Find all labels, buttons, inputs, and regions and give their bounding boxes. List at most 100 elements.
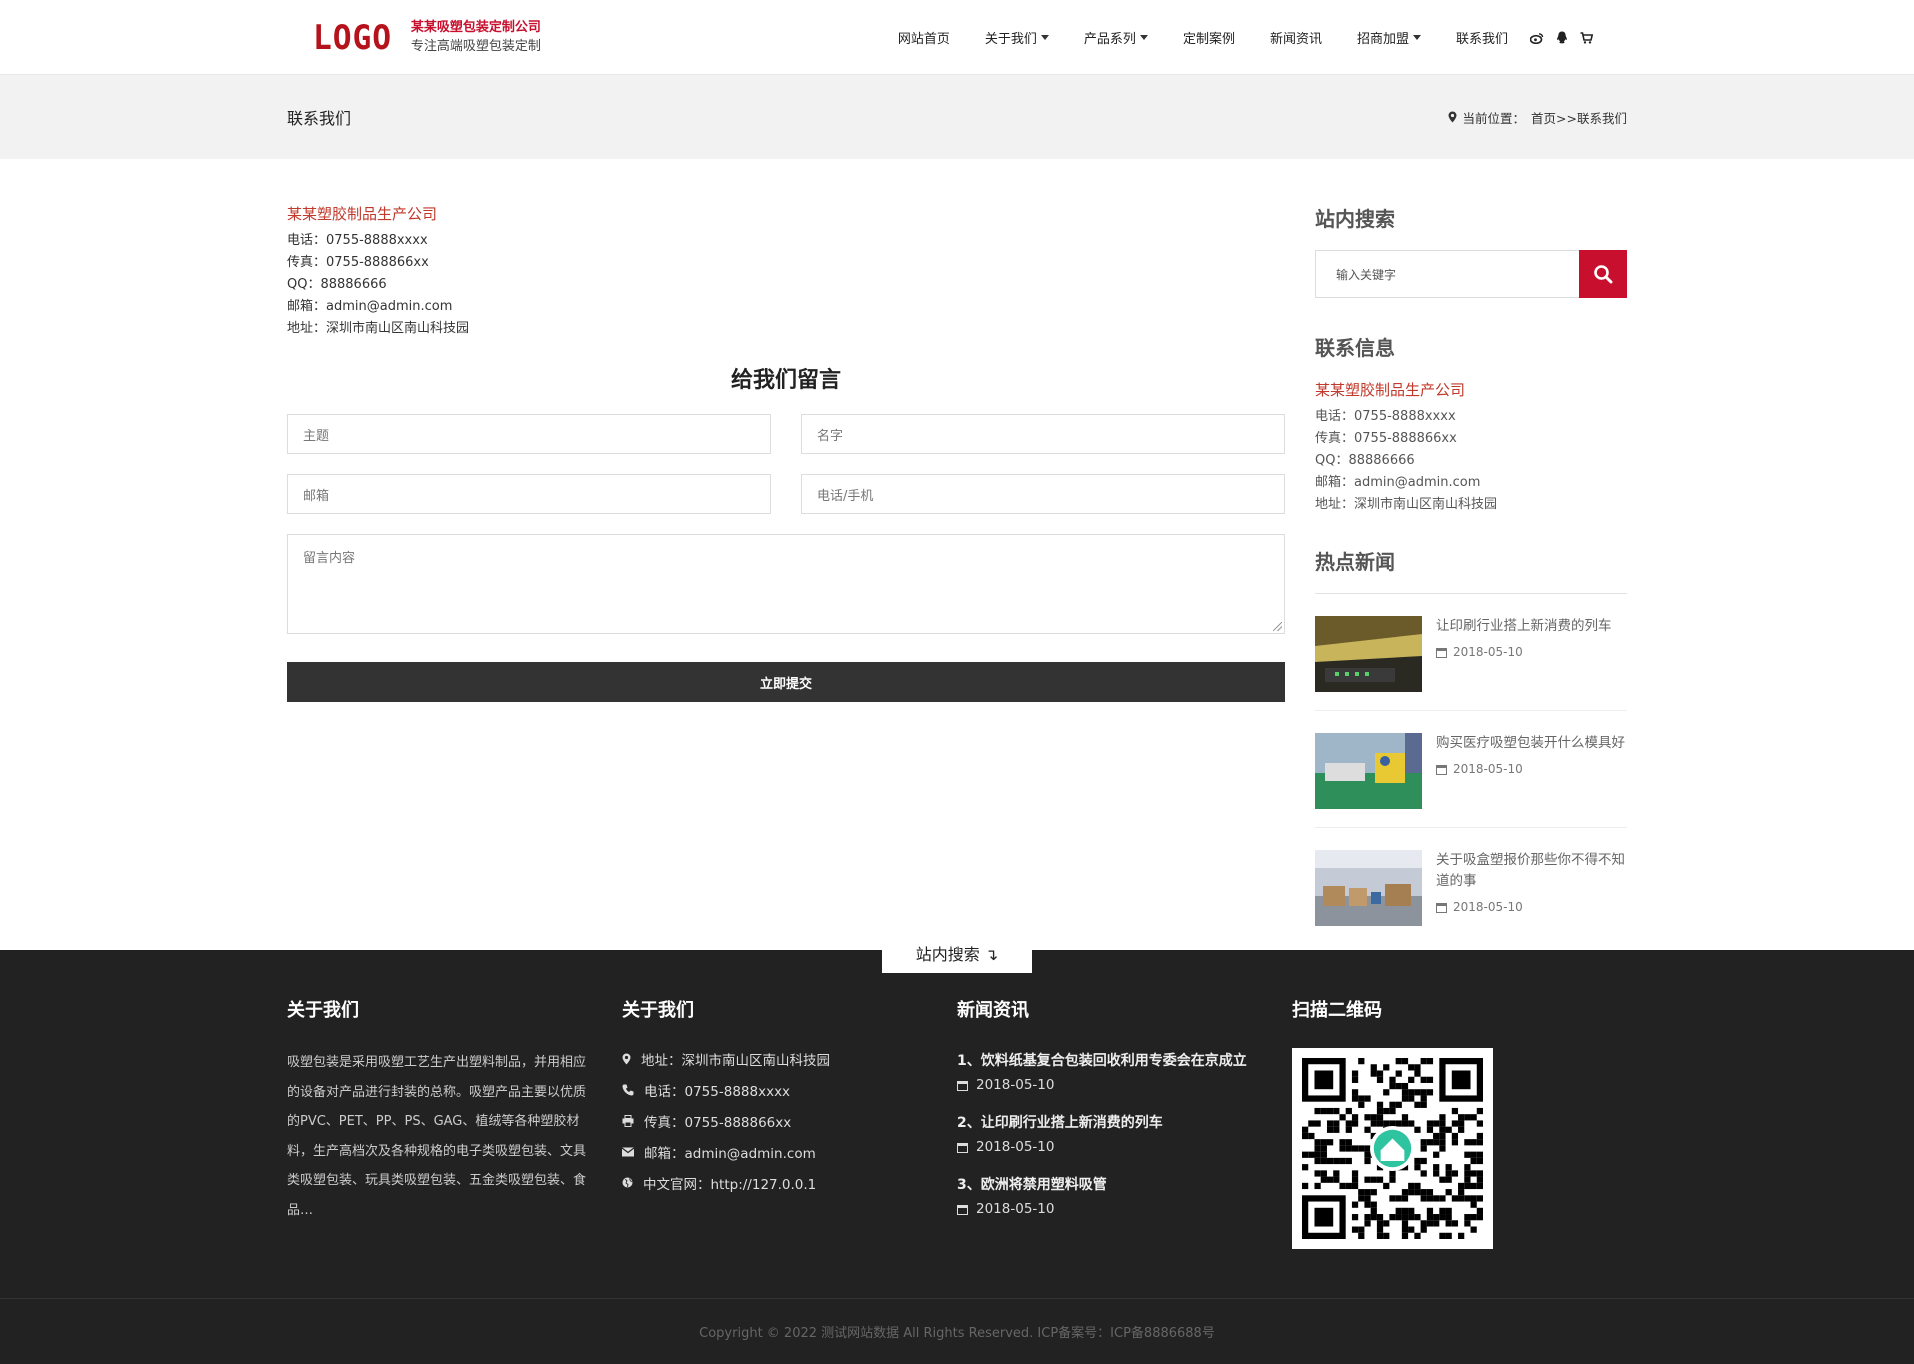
footer-news-date: 2018-05-10 — [976, 1139, 1055, 1155]
message-placeholder: 留言内容 — [303, 551, 356, 566]
footer-news-date: 2018-05-10 — [976, 1201, 1055, 1217]
hot-news-item[interactable]: 购买医疗吸塑包装开什么模具好 2018-05-10 — [1315, 711, 1627, 828]
footer-news-title-text[interactable]: 1、饮料纸基复合包装回收利用专委会在京成立 — [957, 1048, 1292, 1074]
footer-site: 中文官网：http://127.0.0.1 — [622, 1162, 957, 1203]
breadcrumb-label: 当前位置： — [1462, 110, 1526, 126]
footer-email-text: 邮箱：admin@admin.com — [644, 1145, 816, 1162]
footer-contact: 关于我们 地址：深圳市南山区南山科技园 电话：0755-8888xxxx 传真：… — [622, 996, 957, 1249]
sidebar-fax: 传真：0755-888866xx — [1315, 431, 1457, 446]
sidebar-phone: 电话：0755-8888xxxx — [1315, 409, 1456, 424]
news-title[interactable]: 购买医疗吸塑包装开什么模具好 — [1436, 733, 1625, 754]
printer-icon — [622, 1114, 634, 1127]
nav-about[interactable]: 关于我们 — [985, 28, 1049, 47]
hot-news-item[interactable]: 让印刷行业搭上新消费的列车 2018-05-10 — [1315, 594, 1627, 711]
nav-label: 关于我们 — [984, 32, 1037, 47]
nav-label: 招商加盟 — [1356, 32, 1409, 47]
footer-site-text[interactable]: 中文官网：http://127.0.0.1 — [643, 1173, 816, 1193]
map-marker-icon — [1448, 111, 1457, 123]
footer-qr-title: 扫描二维码 — [1292, 1000, 1382, 1021]
footer-about-text: 吸塑包装是采用吸塑工艺生产出塑料制品，并用相应的设备对产品进行封装的总称。吸塑产… — [287, 1055, 587, 1218]
submit-button[interactable]: 立即提交 — [287, 662, 1285, 702]
nav-home[interactable]: 网站首页 — [898, 28, 950, 47]
name-input[interactable]: 名字 — [801, 414, 1285, 454]
calendar-icon — [957, 1080, 968, 1091]
news-thumbnail[interactable] — [1315, 733, 1422, 809]
nav-news[interactable]: 新闻资讯 — [1270, 28, 1322, 47]
subject-input[interactable]: 主题 — [287, 414, 771, 454]
cart-icon[interactable] — [1580, 31, 1593, 44]
sidebar-qq: QQ：88886666 — [1315, 453, 1415, 468]
caret-down-icon — [1040, 35, 1049, 40]
phone-input[interactable]: 电话/手机 — [801, 474, 1285, 514]
breadcrumb-path[interactable]: 首页>>联系我们 — [1531, 108, 1627, 127]
message-textarea[interactable]: 留言内容 — [287, 534, 1285, 634]
nav-cases[interactable]: 定制案例 — [1183, 28, 1235, 47]
contact-phone: 电话：0755-8888xxxx — [287, 233, 428, 248]
news-date: 2018-05-10 — [1453, 900, 1523, 914]
news-title[interactable]: 让印刷行业搭上新消费的列车 — [1436, 616, 1612, 637]
caret-down-icon — [1139, 35, 1148, 40]
logo-mark: LOGO — [313, 17, 393, 58]
globe-icon — [622, 1177, 633, 1188]
nav-products[interactable]: 产品系列 — [1084, 28, 1148, 47]
footer-address-text: 地址：深圳市南山区南山科技园 — [641, 1052, 830, 1069]
sidebar-address: 地址：深圳市南山区南山科技园 — [1315, 497, 1498, 512]
footer-news-date: 2018-05-10 — [976, 1077, 1055, 1093]
nav-label: 产品系列 — [1083, 32, 1136, 47]
page-title: 联系我们 — [287, 109, 352, 128]
qq-icon[interactable] — [1556, 31, 1568, 44]
sidebar-email: 邮箱：admin@admin.com — [1315, 475, 1481, 490]
contact-address: 地址：深圳市南山区南山科技园 — [287, 321, 470, 336]
footer-contact-title: 关于我们 — [622, 1000, 694, 1021]
site-header: LOGO 某某吸塑包装定制公司 专注高端吸塑包装定制 网站首页 关于我们 产品系… — [0, 0, 1914, 75]
logo[interactable]: LOGO 某某吸塑包装定制公司 专注高端吸塑包装定制 — [313, 18, 541, 58]
footer-news-item[interactable]: 2、让印刷行业搭上新消费的列车 2018-05-10 — [957, 1110, 1292, 1158]
sidebar-company: 某某塑胶制品生产公司 — [1315, 381, 1466, 399]
contact-company: 某某塑胶制品生产公司 — [287, 205, 438, 223]
breadcrumb: 当前位置： 首页>>联系我们 — [1448, 108, 1627, 127]
site-footer: 站内搜索 ↴ 关于我们 吸塑包装是采用吸塑工艺生产出塑料制品，并用相应的设备对产… — [0, 933, 1914, 1364]
form-title: 给我们留言 — [730, 368, 841, 393]
company-name: 某某吸塑包装定制公司 — [410, 20, 541, 36]
calendar-icon — [1436, 647, 1447, 658]
contact-fax: 传真：0755-888866xx — [287, 255, 429, 270]
page-banner: 联系我们 当前位置： 首页>>联系我们 — [0, 75, 1914, 159]
calendar-icon — [957, 1204, 968, 1215]
nav-contact[interactable]: 联系我们 — [1456, 28, 1508, 47]
hot-news-item[interactable]: 关于吸盒塑报价那些你不得不知道的事 2018-05-10 — [1315, 828, 1627, 944]
news-date: 2018-05-10 — [1453, 645, 1523, 659]
nav-join[interactable]: 招商加盟 — [1357, 28, 1421, 47]
nav-label: 定制案例 — [1182, 32, 1235, 47]
phone-icon — [622, 1084, 634, 1095]
sidebar: 站内搜索 输入关键字 联系信息 某某塑胶制品生产公司 电话：0755-8888x… — [1315, 203, 1627, 944]
contact-qq: QQ：88886666 — [287, 277, 387, 292]
footer-phone-text: 电话：0755-8888xxxx — [644, 1083, 791, 1100]
footer-news-title: 新闻资讯 — [957, 1000, 1029, 1021]
main-content: 某某塑胶制品生产公司 电话：0755-8888xxxx 传真：0755-8888… — [0, 159, 1914, 944]
news-thumbnail[interactable] — [1315, 616, 1422, 692]
contact-email: 邮箱：admin@admin.com — [287, 299, 453, 314]
weibo-icon[interactable] — [1530, 32, 1544, 44]
footer-fax-text: 传真：0755-888866xx — [644, 1114, 792, 1131]
footer-news-item[interactable]: 1、饮料纸基复合包装回收利用专委会在京成立 2018-05-10 — [957, 1048, 1292, 1096]
qr-code — [1292, 1048, 1493, 1249]
slogan: 专注高端吸塑包装定制 — [410, 38, 541, 54]
nav-label: 新闻资讯 — [1269, 32, 1322, 47]
footer-news-title-text[interactable]: 3、欧洲将禁用塑料吸管 — [957, 1172, 1292, 1198]
email-input[interactable]: 邮箱 — [287, 474, 771, 514]
footer-news-title-text[interactable]: 2、让印刷行业搭上新消费的列车 — [957, 1110, 1292, 1136]
search-input[interactable]: 输入关键字 — [1315, 250, 1579, 298]
calendar-icon — [957, 1142, 968, 1153]
footer-news-item[interactable]: 3、欧洲将禁用塑料吸管 2018-05-10 — [957, 1172, 1292, 1220]
resize-handle-icon[interactable] — [1273, 622, 1282, 631]
footer-about: 关于我们 吸塑包装是采用吸塑工艺生产出塑料制品，并用相应的设备对产品进行封装的总… — [287, 996, 622, 1249]
search-button[interactable] — [1579, 250, 1627, 298]
envelope-icon — [622, 1147, 634, 1156]
search-title: 站内搜索 — [1315, 207, 1395, 231]
contact-info-title: 联系信息 — [1315, 336, 1395, 360]
news-title[interactable]: 关于吸盒塑报价那些你不得不知道的事 — [1436, 850, 1627, 892]
caret-down-icon — [1412, 35, 1421, 40]
news-thumbnail[interactable] — [1315, 850, 1422, 926]
calendar-icon — [1436, 902, 1447, 913]
search-box: 输入关键字 — [1315, 250, 1627, 298]
